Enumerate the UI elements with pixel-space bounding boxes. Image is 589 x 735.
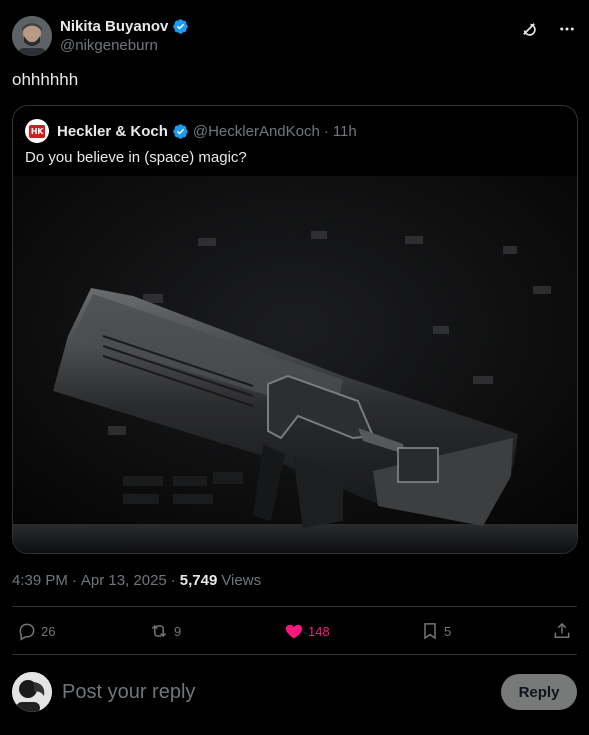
reply-composer: Reply xyxy=(12,669,577,715)
quote-age: 11h xyxy=(332,122,357,140)
verified-badge-icon xyxy=(173,123,188,139)
post-meta: 4:39 PM · Apr 13, 2025 · 5,749 Views xyxy=(12,572,261,589)
like-action[interactable]: 148 xyxy=(284,617,330,645)
share-action[interactable] xyxy=(552,617,572,645)
heart-filled-icon xyxy=(285,624,303,639)
reply-count: 26 xyxy=(41,623,56,639)
quote-text: Do you believe in (space) magic? xyxy=(25,149,247,166)
like-count: 148 xyxy=(308,623,330,639)
share-icon xyxy=(554,622,570,638)
quote-author-handle: @HecklerAndKoch xyxy=(192,122,320,140)
post-text: ohhhhhh xyxy=(12,70,79,89)
hk-logo-avatar[interactable]: HK xyxy=(25,119,49,143)
post-header: Nikita Buyanov @nikgeneburn xyxy=(12,14,577,58)
quote-author-name[interactable]: Heckler & Koch xyxy=(57,123,168,140)
author-name[interactable]: Nikita Buyanov xyxy=(60,17,168,36)
separator-dot: · xyxy=(323,122,329,140)
repost-icon xyxy=(151,624,167,638)
repost-count: 9 xyxy=(174,623,182,639)
views-label: Views xyxy=(221,572,262,589)
user-avatar[interactable] xyxy=(12,672,52,712)
more-options-icon[interactable] xyxy=(557,19,577,39)
grok-icon[interactable] xyxy=(519,19,539,39)
divider xyxy=(12,606,577,607)
reply-icon xyxy=(19,623,35,641)
meta-dot: · xyxy=(71,572,77,589)
bookmark-count: 5 xyxy=(444,623,452,639)
bookmark-icon xyxy=(424,623,436,640)
divider xyxy=(12,654,577,655)
post-time[interactable]: 4:39 PM xyxy=(12,572,68,589)
action-bar: 26 9 148 5 xyxy=(12,617,577,645)
bookmark-action[interactable]: 5 xyxy=(420,617,451,645)
repost-action[interactable]: 9 xyxy=(148,617,181,645)
reply-button[interactable]: Reply xyxy=(501,674,577,710)
author-handle[interactable]: @nikgeneburn xyxy=(60,36,189,55)
reply-action[interactable]: 26 xyxy=(17,617,55,645)
views-count: 5,749 xyxy=(179,572,218,589)
reply-input[interactable] xyxy=(62,680,442,704)
quoted-post[interactable]: HK Heckler & Koch @HecklerAndKoch · 11h … xyxy=(12,105,578,554)
author-avatar[interactable] xyxy=(12,16,52,56)
quote-media-image[interactable] xyxy=(13,176,577,553)
verified-badge-icon xyxy=(173,19,189,34)
post-date[interactable]: Apr 13, 2025 xyxy=(81,572,167,589)
meta-dot: · xyxy=(170,572,176,589)
